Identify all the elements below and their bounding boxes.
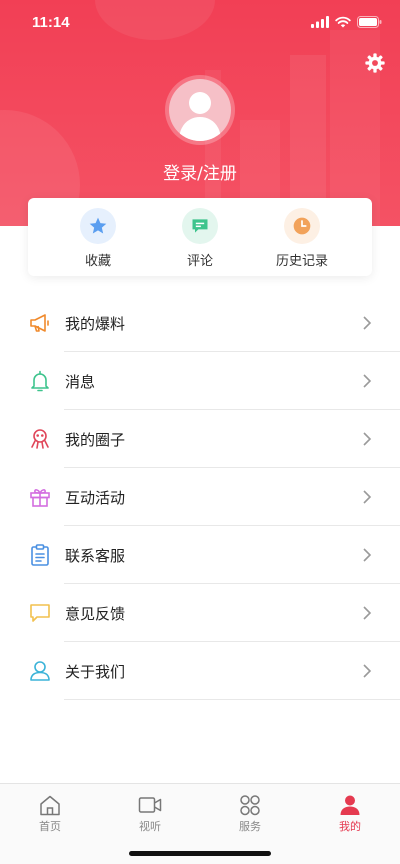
- tab-home[interactable]: 首页: [15, 794, 85, 834]
- menu-item-my-reports[interactable]: 我的爆料: [0, 294, 400, 352]
- quick-actions-card: 收藏 评论 历史记录: [28, 198, 372, 276]
- circle-group-icon: [31, 429, 49, 449]
- default-avatar-icon: [179, 92, 221, 141]
- user-outline-icon: [30, 661, 50, 681]
- history-label: 历史记录: [275, 254, 328, 269]
- history-button[interactable]: 历史记录: [262, 208, 342, 269]
- tab-mine[interactable]: 我的: [315, 794, 385, 834]
- menu-item-my-circles[interactable]: 我的圈子: [0, 410, 400, 468]
- chevron-right-icon: [363, 548, 372, 562]
- menu-label: 联系客服: [65, 547, 126, 565]
- clipboard-icon: [31, 544, 49, 566]
- chevron-right-icon: [363, 664, 372, 678]
- login-register-link[interactable]: 登录/注册: [0, 159, 400, 184]
- comment-icon: [182, 208, 218, 244]
- grid-icon: [240, 795, 260, 816]
- wifi-icon: [335, 16, 351, 28]
- menu-item-about-us[interactable]: 关于我们: [0, 642, 400, 700]
- person-icon: [340, 795, 360, 815]
- signal-icon: [311, 16, 329, 28]
- avatar[interactable]: [165, 75, 235, 145]
- menu-item-activities[interactable]: 互动活动: [0, 468, 400, 526]
- gear-icon[interactable]: [364, 52, 386, 74]
- menu-label: 互动活动: [65, 489, 126, 507]
- status-time: 11:14: [32, 14, 70, 31]
- comments-button[interactable]: 评论: [160, 208, 240, 269]
- menu-label: 我的圈子: [65, 431, 126, 449]
- tab-video[interactable]: 视听: [115, 794, 185, 834]
- menu-label: 意见反馈: [65, 605, 126, 623]
- battery-icon: [357, 16, 382, 28]
- favorites-button[interactable]: 收藏: [58, 208, 138, 269]
- clock-icon: [284, 208, 320, 244]
- divider: [64, 699, 400, 700]
- menu-label: 消息: [65, 373, 96, 391]
- menu-item-messages[interactable]: 消息: [0, 352, 400, 410]
- menu-list: 我的爆料 消息 我的圈子 互动活动 联系客服 意见反馈 关于我们: [0, 294, 400, 700]
- bell-icon: [31, 370, 49, 392]
- star-icon: [80, 208, 116, 244]
- avatar-placeholder: [169, 79, 231, 141]
- chevron-right-icon: [363, 374, 372, 388]
- menu-item-customer-service[interactable]: 联系客服: [0, 526, 400, 584]
- gift-icon: [30, 489, 50, 507]
- chevron-right-icon: [363, 490, 372, 504]
- chevron-right-icon: [363, 606, 372, 620]
- megaphone-icon: [30, 314, 49, 332]
- status-bar: 11:14: [0, 0, 400, 46]
- menu-label: 关于我们: [65, 663, 126, 681]
- menu-item-feedback[interactable]: 意见反馈: [0, 584, 400, 642]
- favorites-label: 收藏: [84, 254, 111, 269]
- home-indicator: [129, 851, 271, 856]
- feedback-icon: [30, 604, 50, 622]
- tab-label: 首页: [39, 820, 61, 833]
- chevron-right-icon: [363, 316, 372, 330]
- home-icon: [40, 795, 60, 816]
- menu-label: 我的爆料: [65, 315, 126, 333]
- video-icon: [138, 797, 162, 813]
- tab-label: 视听: [139, 820, 161, 833]
- tab-label: 我的: [339, 820, 361, 833]
- chevron-right-icon: [363, 432, 372, 446]
- tab-services[interactable]: 服务: [215, 794, 285, 834]
- tab-label: 服务: [239, 820, 261, 833]
- comments-label: 评论: [186, 254, 213, 269]
- status-icons: [311, 16, 382, 28]
